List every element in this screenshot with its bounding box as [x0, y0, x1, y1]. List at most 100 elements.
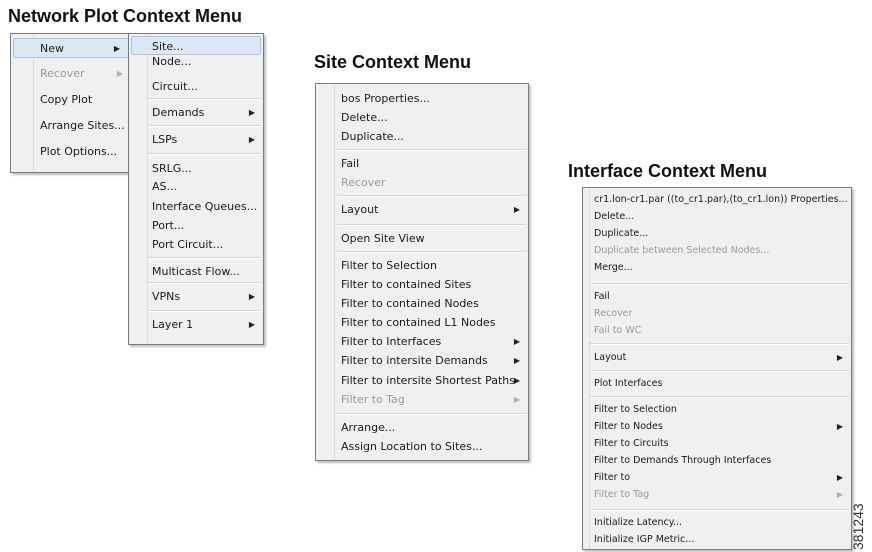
site-menu-item-filter-to-intersite-shortest-paths[interactable]: Filter to intersite Shortest Paths ▶	[316, 371, 528, 390]
menu-item-label: Filter to intersite Shortest Paths	[341, 374, 515, 387]
menu-separator-highlight	[148, 126, 261, 127]
new-submenu-item-lsps[interactable]: LSPs ▶	[129, 130, 263, 149]
interface-menu-item-filter-to-circuits[interactable]: Filter to Circuits	[583, 435, 851, 452]
site-context-menu: bos Properties... Delete... Duplicate... Fa…	[315, 83, 529, 461]
menu-item-label: Recover	[40, 67, 85, 80]
interface-menu-item-filter-to[interactable]: Filter to ▶	[583, 469, 851, 486]
new-submenu-item-node[interactable]: Node...	[129, 52, 263, 71]
site-menu-item-filter-to-intersite-demands[interactable]: Filter to intersite Demands ▶	[316, 351, 528, 370]
menu-separator-highlight	[148, 283, 261, 284]
heading-network-plot-context-menu: Network Plot Context Menu	[8, 6, 243, 26]
site-menu-item-filter-to-contained-l1-nodes[interactable]: Filter to contained L1 Nodes	[316, 313, 528, 332]
network-menu-item-plot-options[interactable]: Plot Options...	[11, 142, 131, 162]
new-submenu-item-srlg[interactable]: SRLG...	[129, 159, 263, 178]
interface-menu-item-initialize-latency[interactable]: Initialize Latency...	[583, 514, 851, 531]
interface-menu-item-filter-to-selection[interactable]: Filter to Selection	[583, 401, 851, 418]
site-menu-item-filter-to-tag: Filter to Tag ▶	[316, 390, 528, 409]
interface-menu-item-fail-to-wc: Fail to WC	[583, 322, 851, 339]
site-menu-item-assign-location-to-sites[interactable]: Assign Location to Sites...	[316, 437, 528, 456]
menu-item-label: Interface Queues...	[152, 200, 258, 213]
menu-item-label: Filter to Circuits	[594, 438, 669, 449]
site-menu-item-recover: Recover	[316, 173, 528, 192]
site-menu-item-filter-to-contained-sites[interactable]: Filter to contained Sites	[316, 275, 528, 294]
network-menu-item-new[interactable]: New ▶	[13, 38, 129, 58]
menu-item-label: Filter to Tag	[594, 489, 650, 500]
menu-item-label: Recover	[594, 308, 633, 319]
interface-menu-item-filter-to-demands-through-interfaces[interactable]: Filter to Demands Through Interfaces	[583, 452, 851, 469]
site-menu-item-arrange[interactable]: Arrange...	[316, 418, 528, 437]
menu-separator-highlight	[590, 344, 849, 345]
new-submenu-item-circuit[interactable]: Circuit...	[129, 77, 263, 96]
new-submenu-item-multicast-flow[interactable]: Multicast Flow...	[129, 262, 263, 281]
menu-item-label: Open Site View	[341, 232, 425, 245]
site-menu-item-duplicate[interactable]: Duplicate...	[316, 127, 528, 146]
network-menu-item-recover: Recover ▶	[11, 64, 131, 84]
menu-item-label: Node...	[152, 55, 192, 68]
new-submenu-item-as[interactable]: AS...	[129, 177, 263, 196]
menu-item-label: VPNs	[152, 290, 181, 303]
menu-item-label: Multicast Flow...	[152, 265, 240, 278]
menu-separator-highlight	[590, 284, 849, 285]
submenu-arrow-icon: ▶	[113, 44, 120, 53]
submenu-arrow-icon: ▶	[513, 356, 520, 365]
interface-menu-item-delete[interactable]: Delete...	[583, 208, 851, 225]
site-menu-item-filter-to-contained-nodes[interactable]: Filter to contained Nodes	[316, 294, 528, 313]
menu-separator-highlight	[148, 154, 261, 155]
interface-menu-item-filter-to-nodes[interactable]: Filter to Nodes ▶	[583, 418, 851, 435]
submenu-arrow-icon: ▶	[836, 490, 843, 499]
interface-menu-item-duplicate[interactable]: Duplicate...	[583, 225, 851, 242]
menu-item-label: Filter to contained L1 Nodes	[341, 316, 496, 329]
menu-item-label: Filter to contained Sites	[341, 278, 472, 291]
submenu-arrow-icon: ▶	[836, 473, 843, 482]
figure-id: 381243	[850, 503, 866, 550]
menu-separator-highlight	[590, 397, 849, 398]
menu-item-label: Port...	[152, 219, 185, 232]
menu-item-label: Filter to Interfaces	[341, 335, 442, 348]
menu-item-label: Filter to contained Nodes	[341, 297, 479, 310]
site-menu-item-open-site-view[interactable]: Open Site View	[316, 229, 528, 248]
network-plot-context-menu: New ▶ Recover ▶ Copy Plot Arrange Sites... Plo…	[10, 33, 132, 173]
new-submenu-item-port[interactable]: Port...	[129, 216, 263, 235]
menu-item-label: Fail to WC	[594, 325, 642, 336]
menu-item-label: Filter to Selection	[341, 259, 437, 272]
interface-menu-item-plot-interfaces[interactable]: Plot Interfaces	[583, 375, 851, 392]
menu-item-label: Merge...	[594, 262, 633, 273]
menu-item-label: cr1.lon-cr1.par ((to_cr1.par),(to_cr1.lo…	[594, 194, 848, 205]
new-submenu-item-vpns[interactable]: VPNs ▶	[129, 287, 263, 306]
menu-item-label: Circuit...	[152, 80, 198, 93]
submenu-arrow-icon: ▶	[513, 205, 520, 214]
menu-item-label: Arrange...	[341, 421, 396, 434]
interface-menu-item-merge[interactable]: Merge...	[583, 259, 851, 276]
menu-item-label: Assign Location to Sites...	[341, 440, 483, 453]
site-menu-item-bos-properties[interactable]: bos Properties...	[316, 89, 528, 108]
heading-site-context-menu: Site Context Menu	[314, 52, 472, 72]
menu-item-label: Initialize Latency...	[594, 517, 683, 528]
site-menu-item-fail[interactable]: Fail	[316, 154, 528, 173]
menu-item-label: LSPs	[152, 133, 178, 146]
menu-item-label: Filter to intersite Demands	[341, 354, 488, 367]
interface-menu-item-layout[interactable]: Layout ▶	[583, 349, 851, 366]
interface-menu-item-initialize-igp-metric[interactable]: Initialize IGP Metric...	[583, 531, 851, 548]
network-menu-item-arrange-sites[interactable]: Arrange Sites...	[11, 116, 131, 136]
site-menu-item-filter-to-selection[interactable]: Filter to Selection	[316, 256, 528, 275]
menu-separator-highlight	[148, 311, 261, 312]
menu-separator-highlight	[148, 99, 261, 100]
site-menu-item-delete[interactable]: Delete...	[316, 108, 528, 127]
new-submenu-item-port-circuit[interactable]: Port Circuit...	[129, 235, 263, 254]
new-submenu-item-layer-1[interactable]: Layer 1 ▶	[129, 315, 263, 334]
menu-separator-highlight	[337, 150, 526, 151]
menu-item-label: Plot Interfaces	[594, 378, 663, 389]
new-submenu-item-demands[interactable]: Demands ▶	[129, 103, 263, 122]
menu-item-label: Recover	[341, 176, 386, 189]
interface-menu-item-recover: Recover	[583, 305, 851, 322]
new-submenu-item-interface-queues[interactable]: Interface Queues...	[129, 197, 263, 216]
site-menu-item-layout[interactable]: Layout ▶	[316, 200, 528, 219]
interface-menu-item-cr1-lon-cr1-par-to-cr1-par-to-cr1-lon-properties[interactable]: cr1.lon-cr1.par ((to_cr1.par),(to_cr1.lo…	[583, 191, 851, 208]
submenu-arrow-icon: ▶	[248, 292, 255, 301]
menu-item-label: Filter to	[594, 472, 631, 483]
heading-interface-context-menu: Interface Context Menu	[568, 161, 768, 181]
site-menu-item-filter-to-interfaces[interactable]: Filter to Interfaces ▶	[316, 332, 528, 351]
menu-separator-highlight	[337, 414, 526, 415]
network-menu-item-copy-plot[interactable]: Copy Plot	[11, 90, 131, 110]
interface-menu-item-fail[interactable]: Fail	[583, 288, 851, 305]
